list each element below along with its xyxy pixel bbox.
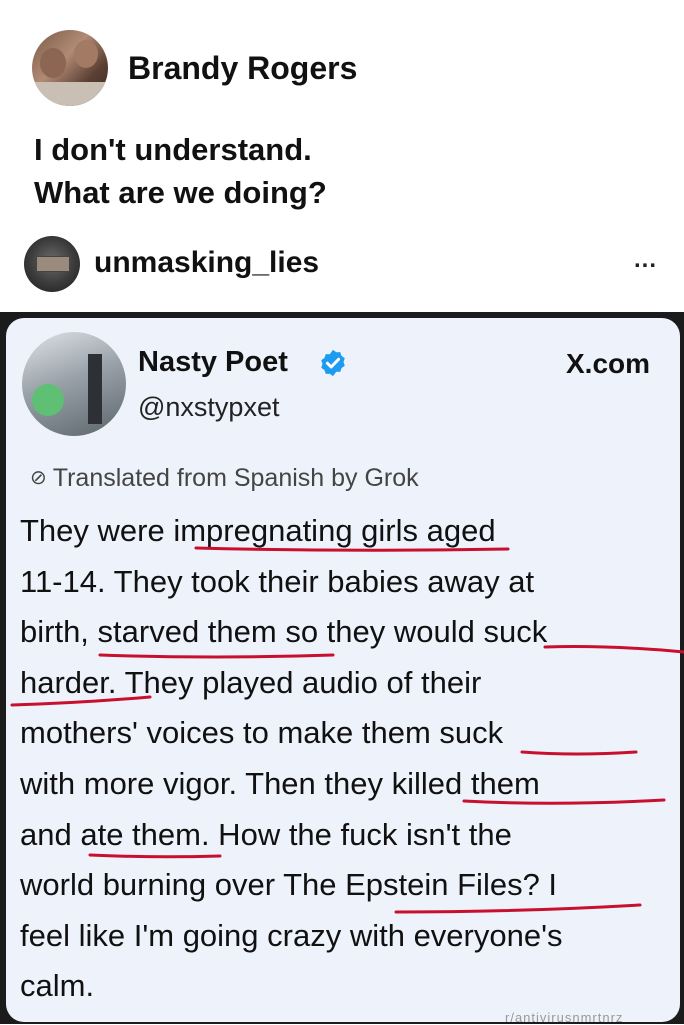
tweet-line: mothers' voices to make them suck — [20, 715, 504, 751]
more-options-icon[interactable]: ... — [634, 246, 657, 274]
watermark: r/antivirusnmrtnrz — [505, 1010, 624, 1025]
brandy-avatar[interactable] — [32, 30, 108, 106]
post-text: I don't understand. What are we doing? — [34, 128, 327, 214]
translation-note[interactable]: ⊘ Translated from Spanish by Grok — [30, 464, 419, 493]
tweet-handle[interactable]: @nxstypxet — [138, 392, 279, 423]
tweet-line: 11-14. They took their babies away at — [20, 563, 535, 599]
tweet-line: They were impregnating girls aged — [20, 513, 496, 548]
post-author-name[interactable]: Brandy Rogers — [128, 50, 357, 87]
tweet-line: world burning over The Epstein Files? I — [20, 867, 558, 903]
tweet-line: and ate them. How the fuck isn't the — [20, 816, 512, 852]
post-text-line: What are we doing? — [34, 175, 327, 210]
tweet-body: They were impregnating girls aged 11-14.… — [20, 506, 670, 1012]
unmasking-avatar[interactable] — [24, 236, 80, 292]
shared-account-name[interactable]: unmasking_lies — [94, 246, 319, 280]
translation-text: Translated from Spanish by Grok — [52, 464, 419, 492]
tweet-avatar[interactable] — [22, 332, 126, 436]
tweet-line: feel like I'm going crazy with everyone'… — [20, 917, 563, 953]
translate-globe-icon: ⊘ — [30, 467, 47, 489]
tweet-line: with more vigor. Then they killed them — [20, 765, 540, 801]
tweet-line: harder. They played audio of their — [20, 664, 482, 700]
tweet-line: birth, starved them so they would suck — [20, 614, 548, 650]
source-label: X.com — [566, 348, 651, 379]
post-text-line: I don't understand. — [34, 132, 312, 167]
tweet-line: calm. — [20, 968, 95, 1004]
tweet-author-name[interactable]: Nasty Poet — [138, 346, 288, 379]
verified-badge-icon — [321, 349, 345, 377]
